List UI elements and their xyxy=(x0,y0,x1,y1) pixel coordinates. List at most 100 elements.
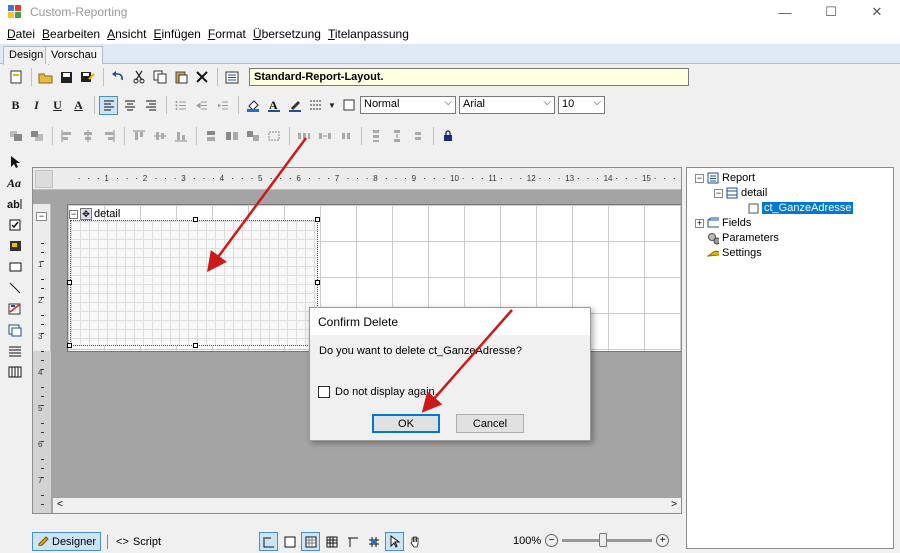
layout-list-icon[interactable] xyxy=(222,68,241,87)
cancel-button[interactable]: Cancel xyxy=(456,414,524,433)
tree-node-report[interactable]: − Report xyxy=(695,172,755,184)
v-spacing-increase-icon[interactable] xyxy=(387,127,406,146)
tab-preview[interactable]: Vorschau xyxy=(45,46,103,64)
outdent-icon[interactable] xyxy=(192,96,211,115)
expand-icon[interactable]: + xyxy=(695,218,704,228)
text-style-icon[interactable]: A xyxy=(264,96,283,115)
lock-icon[interactable] xyxy=(438,127,457,146)
layout-name-field[interactable]: Standard-Report-Layout. xyxy=(249,68,689,86)
border-icon[interactable] xyxy=(339,96,358,115)
tree-node-detail[interactable]: − detail xyxy=(714,187,767,199)
align-lefts-icon[interactable] xyxy=(57,127,76,146)
script-mode-button[interactable]: <> Script xyxy=(116,536,161,548)
align-centers-icon[interactable] xyxy=(78,127,97,146)
same-size-icon[interactable] xyxy=(243,127,262,146)
v-spacing-decrease-icon[interactable] xyxy=(408,127,427,146)
open-folder-icon[interactable] xyxy=(36,68,55,87)
paste-icon[interactable] xyxy=(171,68,190,87)
resize-handle[interactable] xyxy=(67,280,72,285)
font-select[interactable]: Arial ⌵ xyxy=(459,96,555,114)
do-not-display-checkbox[interactable]: Do not display again. xyxy=(318,386,438,398)
collapse-icon[interactable]: − xyxy=(695,173,704,183)
label-tool-icon[interactable]: Aa xyxy=(6,173,24,193)
h-spacing-equal-icon[interactable] xyxy=(294,127,313,146)
align-rights-icon[interactable] xyxy=(99,127,118,146)
menu-titelanpassung[interactable]: Titelanpassung xyxy=(327,27,415,41)
collapse-icon[interactable]: − xyxy=(714,188,723,198)
maximize-button[interactable]: ☐ xyxy=(808,0,854,24)
snap-lines-icon[interactable] xyxy=(343,532,362,551)
page-border-icon[interactable] xyxy=(280,532,299,551)
save-as-icon[interactable] xyxy=(78,68,97,87)
align-middles-icon[interactable] xyxy=(150,127,169,146)
detail-section[interactable] xyxy=(70,220,318,346)
resize-handle[interactable] xyxy=(315,280,320,285)
scroll-right-icon[interactable]: > xyxy=(671,499,677,510)
checkbox-box[interactable] xyxy=(318,386,330,398)
grid-icon[interactable] xyxy=(322,532,341,551)
zoom-out-button[interactable]: − xyxy=(545,534,559,547)
designer-mode-button[interactable]: Designer xyxy=(32,532,102,551)
font-color-button[interactable]: A xyxy=(69,96,88,115)
bullet-list-icon[interactable] xyxy=(171,96,190,115)
tab-design[interactable]: Design xyxy=(3,46,50,65)
tree-node-fields[interactable]: + Fields xyxy=(695,217,751,229)
scroll-left-icon[interactable]: < xyxy=(57,499,63,510)
send-back-icon[interactable] xyxy=(27,127,46,146)
align-bottoms-icon[interactable] xyxy=(171,127,190,146)
menu-bearbeiten[interactable]: Bearbeiten xyxy=(41,27,106,41)
collapse-icon[interactable]: − xyxy=(69,209,78,219)
rectangle-tool-icon[interactable] xyxy=(6,257,24,277)
close-button[interactable]: ✕ xyxy=(854,0,900,24)
bring-front-icon[interactable] xyxy=(6,127,25,146)
menu-format[interactable]: Format xyxy=(207,27,252,41)
same-width-icon[interactable] xyxy=(201,127,220,146)
line-tool-icon[interactable] xyxy=(6,278,24,298)
new-report-icon[interactable] xyxy=(6,68,25,87)
horizontal-scrollbar[interactable]: < > xyxy=(53,498,681,513)
zoom-in-button[interactable]: + xyxy=(656,534,670,547)
resize-handle[interactable] xyxy=(67,343,72,348)
resize-handle[interactable] xyxy=(193,343,198,348)
barcode-tool-icon[interactable] xyxy=(6,299,24,319)
align-center-button[interactable] xyxy=(120,96,139,115)
same-height-icon[interactable] xyxy=(222,127,241,146)
line-style-icon[interactable] xyxy=(306,96,325,115)
table-tool-icon[interactable] xyxy=(6,341,24,361)
zoom-slider[interactable] xyxy=(562,533,653,547)
tree-node-parameters[interactable]: Parameters xyxy=(707,232,779,244)
resize-handle[interactable] xyxy=(315,217,320,222)
image-tool-icon[interactable] xyxy=(6,236,24,256)
line-color-icon[interactable] xyxy=(285,96,304,115)
indent-icon[interactable] xyxy=(213,96,232,115)
copy-icon[interactable] xyxy=(150,68,169,87)
align-left-button[interactable] xyxy=(99,95,118,115)
zoom-slider-thumb[interactable] xyxy=(599,533,608,547)
size-to-grid-icon[interactable] xyxy=(264,127,283,146)
checkbox-tool-icon[interactable] xyxy=(6,215,24,235)
move-icon[interactable]: ✥ xyxy=(80,208,92,220)
underline-button[interactable]: U xyxy=(48,96,67,115)
crosstab-tool-icon[interactable] xyxy=(6,362,24,382)
minimize-button[interactable]: — xyxy=(762,0,808,24)
fill-color-icon[interactable] xyxy=(243,96,262,115)
resize-handle[interactable] xyxy=(193,217,198,222)
line-style-dropdown-icon[interactable]: ▼ xyxy=(327,96,337,115)
hand-pan-icon[interactable] xyxy=(406,532,425,551)
italic-button[interactable]: I xyxy=(27,96,46,115)
select-pointer-icon[interactable] xyxy=(385,532,404,551)
v-spacing-equal-icon[interactable] xyxy=(366,127,385,146)
grid-lines-icon[interactable] xyxy=(301,532,320,551)
snap-to-grid-icon[interactable] xyxy=(364,532,383,551)
style-select[interactable]: Normal ⌵ xyxy=(360,96,456,114)
menu-ansicht[interactable]: Ansicht xyxy=(106,27,152,41)
detail-section-header[interactable]: − ✥ detail xyxy=(69,208,120,220)
align-tops-icon[interactable] xyxy=(129,127,148,146)
ok-button[interactable]: OK xyxy=(372,414,440,433)
ruler-toggle-icon[interactable] xyxy=(259,532,278,551)
align-right-button[interactable] xyxy=(141,96,160,115)
h-spacing-decrease-icon[interactable] xyxy=(336,127,355,146)
menu-einfuegen[interactable]: Einfügen xyxy=(152,27,206,41)
tree-node-settings[interactable]: Settings xyxy=(707,247,762,259)
h-spacing-increase-icon[interactable] xyxy=(315,127,334,146)
